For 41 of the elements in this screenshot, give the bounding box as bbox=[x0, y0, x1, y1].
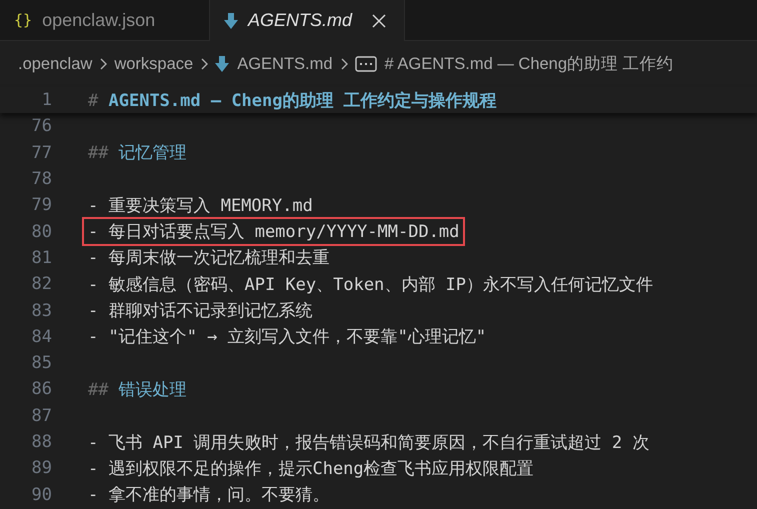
heading-text: ## 记忆管理 bbox=[88, 142, 187, 164]
code-line-text: - 群聊对话不记录到记忆系统 bbox=[88, 300, 312, 322]
breadcrumb-item[interactable]: workspace bbox=[114, 54, 194, 74]
line-number: 77 bbox=[30, 142, 52, 163]
line-number: 1 bbox=[40, 90, 52, 110]
code-line-text: - 重要决策写入 MEMORY.md bbox=[88, 194, 313, 217]
breadcrumb-item[interactable]: AGENTS.md bbox=[237, 54, 333, 74]
line-number: 79 bbox=[30, 195, 52, 216]
line-number: 83 bbox=[30, 300, 52, 321]
line-number: 80 bbox=[30, 222, 52, 242]
code-line-text: - "记住这个" → 立刻写入文件，不要靠"心理记忆" bbox=[88, 326, 486, 348]
arrow-down-icon bbox=[215, 56, 230, 72]
heading-text: ## 错误处理 bbox=[88, 378, 187, 401]
heading-text: # AGENTS.md — Cheng的助理 工作约定与操作规程 bbox=[88, 90, 497, 112]
code-line-text: - 敏感信息（密码、API Key、Token、内部 IP）永不写入任何记忆文件 bbox=[88, 274, 653, 296]
chevron-right-icon bbox=[338, 58, 349, 70]
code-line-text: - 飞书 API 调用失败时，报告错误码和简要原因，不自行重试超过 2 次 bbox=[88, 432, 650, 454]
arrow-down-icon bbox=[224, 12, 238, 28]
line-number: 86 bbox=[30, 379, 52, 400]
line-number: 78 bbox=[30, 169, 52, 190]
line-number: 76 bbox=[30, 116, 52, 136]
line-number: 85 bbox=[30, 353, 52, 374]
line-number: 89 bbox=[30, 458, 52, 478]
line-number: 82 bbox=[30, 274, 52, 294]
line-number: 84 bbox=[30, 326, 52, 347]
chevron-right-icon bbox=[199, 58, 210, 70]
breadcrumb-item[interactable]: .openclaw bbox=[18, 54, 92, 74]
code-line-text: - 每日对话要点写入 memory/YYYY-MM-DD.md bbox=[88, 221, 460, 244]
line-number: 81 bbox=[30, 248, 52, 268]
breadcrumb-item[interactable]: # AGENTS.md — Cheng的助理 工作约 bbox=[384, 53, 674, 75]
braces-icon: {} bbox=[14, 11, 32, 29]
line-number: 87 bbox=[30, 406, 52, 426]
close-icon[interactable] bbox=[372, 14, 386, 28]
chevron-right-icon bbox=[98, 58, 108, 70]
line-number: 88 bbox=[30, 432, 52, 452]
code-line-text: - 拿不准的事情，问。不要猜。 bbox=[88, 484, 330, 506]
code-line-text: - 每周末做一次记忆梳理和去重 bbox=[88, 247, 330, 270]
text-symbol-icon bbox=[354, 56, 377, 72]
line-number: 90 bbox=[30, 484, 52, 505]
editor-tab[interactable]: AGENTS.md bbox=[210, 0, 405, 41]
code-line-text: - 遇到权限不足的操作，提示Cheng检查飞书应用权限配置 bbox=[88, 458, 534, 480]
